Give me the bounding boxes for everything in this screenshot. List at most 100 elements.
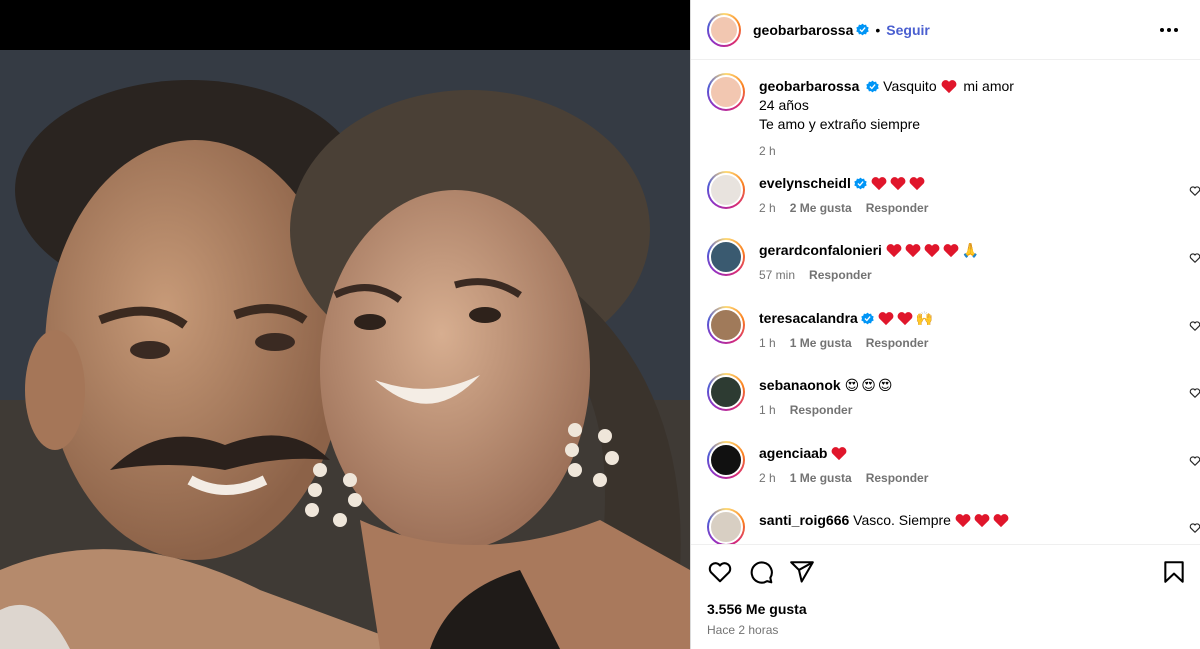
heart-emoji-icon bbox=[955, 514, 971, 528]
heart-icon[interactable] bbox=[707, 559, 733, 585]
heart-emoji-icon bbox=[943, 244, 959, 258]
author-avatar[interactable] bbox=[707, 12, 741, 47]
comment-meta: 1 h Responder bbox=[759, 403, 866, 417]
reply-button[interactable]: Responder bbox=[866, 201, 929, 215]
comment-row: agenciaab 2 h 1 Me gusta Responder bbox=[707, 441, 1200, 489]
comment-line: agenciaab bbox=[759, 445, 850, 461]
heart-emoji-icon bbox=[974, 514, 990, 528]
comment-line: gerardconfalonieri 🙏 bbox=[759, 242, 981, 259]
comment-meta: 2 h 2 Me gusta Responder bbox=[759, 201, 942, 215]
heart-emoji-icon bbox=[924, 244, 940, 258]
comment-icon[interactable] bbox=[748, 559, 774, 585]
verified-icon bbox=[854, 177, 867, 190]
comment-likes[interactable]: 1 Me gusta bbox=[790, 336, 852, 350]
comment-like-heart-icon[interactable] bbox=[1189, 522, 1200, 534]
comment-emoji: 😍 bbox=[877, 377, 893, 393]
comment-avatar[interactable] bbox=[707, 508, 745, 544]
comment-time: 57 min bbox=[759, 268, 796, 282]
comment-line: evelynscheidl bbox=[759, 175, 928, 191]
likes-count[interactable]: 3.556 Me gusta bbox=[707, 601, 807, 617]
comment-avatar[interactable] bbox=[707, 373, 745, 411]
comment-like-heart-icon[interactable] bbox=[1189, 252, 1200, 264]
comment-row: teresacalandra 🙌 1 h 1 Me gusta Responder bbox=[707, 306, 1200, 354]
comment-row: santi_roig666 Vasco. Siempre bbox=[707, 508, 1200, 544]
caption-time: 2 h bbox=[759, 144, 776, 158]
comment-emoji: 😍 bbox=[844, 377, 860, 393]
post-side-panel: geobarbarossa • Seguir geobarbarossa Vas… bbox=[690, 0, 1200, 649]
comment-line: sebanaonok 😍 😍 😍 bbox=[759, 377, 894, 394]
verified-icon bbox=[861, 312, 874, 325]
comment-likes[interactable]: 2 Me gusta bbox=[790, 201, 852, 215]
comment-time: 1 h bbox=[759, 403, 776, 417]
comment-like-heart-icon[interactable] bbox=[1189, 387, 1200, 399]
comment-time: 2 h bbox=[759, 471, 776, 485]
bookmark-icon[interactable] bbox=[1161, 559, 1187, 585]
heart-emoji-icon bbox=[897, 312, 913, 326]
author-username[interactable]: geobarbarossa bbox=[753, 22, 853, 38]
heart-emoji-icon bbox=[993, 514, 1009, 528]
comment-like-heart-icon[interactable] bbox=[1189, 320, 1200, 332]
comment-row: sebanaonok 😍 😍 😍 1 h Responder bbox=[707, 373, 1200, 421]
reply-button[interactable]: Responder bbox=[790, 403, 853, 417]
comment-line: teresacalandra 🙌 bbox=[759, 310, 935, 327]
caption-text-b: mi amor bbox=[963, 78, 1014, 94]
caption-avatar[interactable] bbox=[707, 73, 745, 111]
post-photo[interactable] bbox=[0, 50, 690, 649]
reply-button[interactable]: Responder bbox=[809, 268, 872, 282]
heart-emoji-icon bbox=[878, 312, 894, 326]
author-info: geobarbarossa • Seguir bbox=[753, 22, 930, 38]
comment-meta: 57 min Responder bbox=[759, 268, 886, 282]
comment-line: santi_roig666 Vasco. Siempre bbox=[759, 512, 1012, 528]
comment-time: 2 h bbox=[759, 201, 776, 215]
comment-emoji: 🙏 bbox=[961, 242, 980, 258]
comment-like-heart-icon[interactable] bbox=[1189, 455, 1200, 467]
caption-line-3: Te amo y extraño siempre bbox=[759, 116, 921, 132]
comment-avatar[interactable] bbox=[707, 238, 745, 276]
verified-icon bbox=[856, 23, 870, 36]
separator: • bbox=[875, 21, 881, 38]
comments-list[interactable]: geobarbarossa Vasquito mi amor 24 años T… bbox=[691, 61, 1200, 544]
post-media bbox=[0, 0, 690, 649]
comment-row: evelynscheidl 2 h 2 Me gusta Responder bbox=[707, 171, 1200, 219]
comment-username[interactable]: agenciaab bbox=[759, 445, 827, 461]
post-time: Hace 2 horas bbox=[707, 623, 779, 637]
couple-photo-illustration bbox=[0, 50, 690, 649]
caption-username[interactable]: geobarbarossa bbox=[759, 78, 859, 94]
heart-emoji-icon bbox=[890, 177, 906, 191]
comment-text: Vasco. Siempre bbox=[853, 512, 951, 528]
heart-emoji-icon bbox=[886, 244, 902, 258]
share-icon[interactable] bbox=[789, 559, 815, 585]
caption-line-2: 24 años bbox=[759, 97, 809, 113]
comment-avatar[interactable] bbox=[707, 306, 745, 344]
comment-emoji: 🙌 bbox=[915, 310, 934, 326]
comment-username[interactable]: teresacalandra bbox=[759, 310, 858, 326]
verified-icon bbox=[866, 80, 879, 93]
comment-like-heart-icon[interactable] bbox=[1189, 185, 1200, 197]
post-actions: 3.556 Me gusta Hace 2 horas bbox=[691, 544, 1200, 649]
caption-text-a: Vasquito bbox=[883, 78, 937, 94]
comment-emoji: 😍 bbox=[861, 377, 876, 393]
comment-username[interactable]: santi_roig666 bbox=[759, 512, 849, 528]
comment-meta: 1 h 1 Me gusta Responder bbox=[759, 336, 942, 350]
reply-button[interactable]: Responder bbox=[866, 471, 929, 485]
heart-emoji-icon bbox=[905, 244, 921, 258]
post-header: geobarbarossa • Seguir bbox=[691, 0, 1200, 60]
reply-button[interactable]: Responder bbox=[866, 336, 929, 350]
comment-avatar[interactable] bbox=[707, 171, 745, 209]
comment-username[interactable]: sebanaonok bbox=[759, 377, 841, 393]
follow-button[interactable]: Seguir bbox=[886, 22, 930, 38]
comment-time: 1 h bbox=[759, 336, 776, 350]
comment-meta: 2 h 1 Me gusta Responder bbox=[759, 471, 942, 485]
comment-likes[interactable]: 1 Me gusta bbox=[790, 471, 852, 485]
comment-username[interactable]: evelynscheidl bbox=[759, 175, 851, 191]
caption: geobarbarossa Vasquito mi amor 24 años T… bbox=[707, 73, 1187, 161]
more-icon[interactable] bbox=[1157, 18, 1181, 42]
comment-avatar[interactable] bbox=[707, 441, 745, 479]
heart-emoji-icon bbox=[909, 177, 925, 191]
heart-emoji-icon bbox=[871, 177, 887, 191]
caption-body: geobarbarossa Vasquito mi amor 24 años T… bbox=[759, 77, 1014, 161]
heart-emoji-icon bbox=[831, 447, 847, 461]
comment-username[interactable]: gerardconfalonieri bbox=[759, 242, 882, 258]
comment-row: gerardconfalonieri 🙏 57 min Responder bbox=[707, 238, 1200, 286]
instagram-post-view: geobarbarossa • Seguir geobarbarossa Vas… bbox=[0, 0, 1200, 649]
